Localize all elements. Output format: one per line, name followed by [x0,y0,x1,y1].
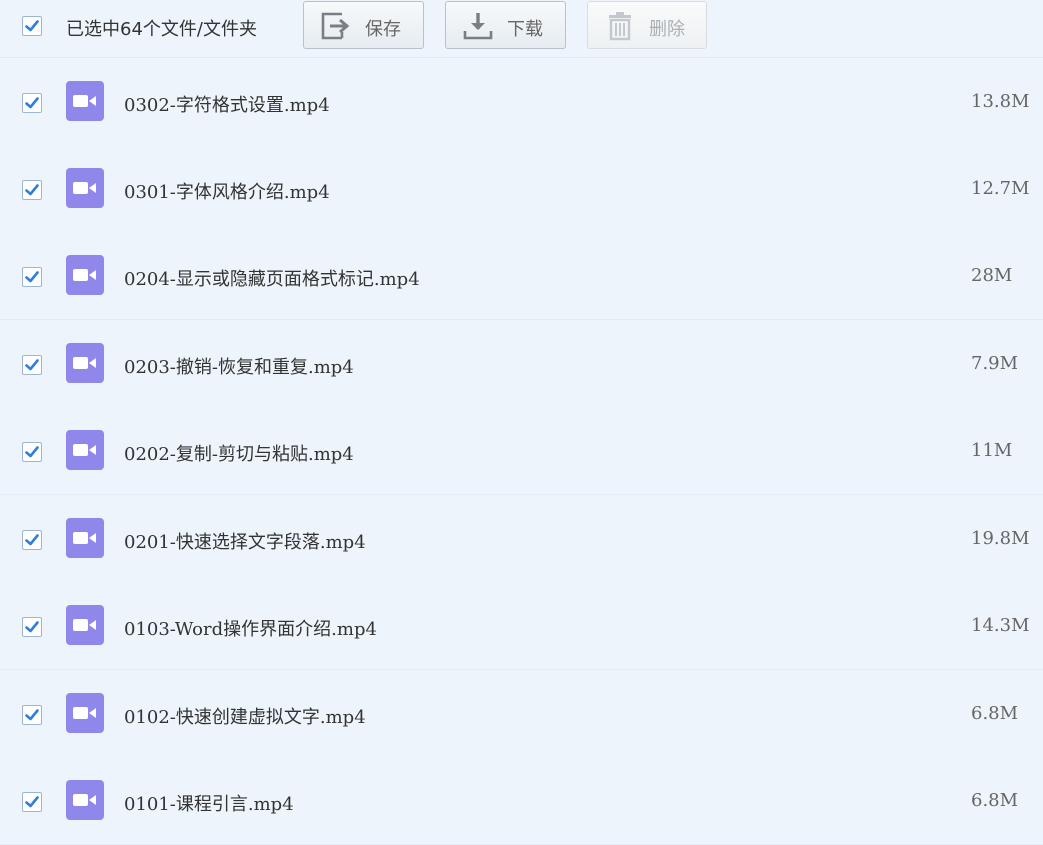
checkmark-icon [25,184,39,196]
file-checkbox[interactable] [22,792,42,812]
video-file-icon [66,780,104,820]
file-size: 11M [971,440,1013,461]
file-row[interactable]: 0204-显示或隐藏页面格式标记.mp4 28M [0,232,1043,320]
file-row[interactable]: 0203-撤销-恢复和重复.mp4 7.9M [0,320,1043,408]
download-icon [462,11,494,46]
file-name[interactable]: 0204-显示或隐藏页面格式标记.mp4 [124,265,420,291]
file-checkbox[interactable] [22,180,42,200]
download-button-label: 下载 [507,19,543,40]
video-file-icon [66,168,104,208]
file-checkbox[interactable] [22,442,42,462]
file-name[interactable]: 0301-字体风格介绍.mp4 [124,178,330,204]
delete-button-label: 删除 [649,19,685,40]
checkmark-icon [25,359,39,371]
selection-toolbar: 已选中64个文件/文件夹 保存 下载 删除 [0,0,1043,58]
delete-button[interactable]: 删除 [587,1,707,49]
file-checkbox[interactable] [22,267,42,287]
save-to-icon [320,11,352,46]
checkmark-icon [25,796,39,808]
file-size: 19.8M [971,528,1030,549]
select-all-checkbox[interactable] [22,16,42,36]
file-row[interactable]: 0103-Word操作界面介绍.mp4 14.3M [0,582,1043,670]
file-size: 6.8M [971,790,1019,811]
video-file-icon [66,343,104,383]
file-row[interactable]: 0301-字体风格介绍.mp4 12.7M [0,145,1043,233]
file-name[interactable]: 0102-快速创建虚拟文字.mp4 [124,703,366,729]
file-checkbox[interactable] [22,355,42,375]
file-name[interactable]: 0203-撤销-恢复和重复.mp4 [124,353,354,379]
video-file-icon [66,693,104,733]
checkmark-icon [25,534,39,546]
trash-icon [604,11,636,46]
file-checkbox[interactable] [22,530,42,550]
file-name[interactable]: 0201-快速选择文字段落.mp4 [124,528,366,554]
file-checkbox[interactable] [22,93,42,113]
file-size: 13.8M [971,91,1030,112]
video-file-icon [66,255,104,295]
file-row[interactable]: 0101-课程引言.mp4 6.8M [0,757,1043,845]
file-checkbox[interactable] [22,705,42,725]
checkmark-icon [25,621,39,633]
video-file-icon [66,81,104,121]
file-name[interactable]: 0202-复制-剪切与粘贴.mp4 [124,440,354,466]
file-row[interactable]: 0201-快速选择文字段落.mp4 19.8M [0,495,1043,583]
video-file-icon [66,605,104,645]
save-button-label: 保存 [365,19,401,40]
file-size: 6.8M [971,703,1019,724]
checkmark-icon [25,446,39,458]
file-name[interactable]: 0302-字符格式设置.mp4 [124,91,330,117]
file-size: 28M [971,265,1013,286]
checkmark-icon [25,20,39,32]
checkmark-icon [25,271,39,283]
video-file-icon [66,430,104,470]
selection-count-text: 已选中64个文件/文件夹 [66,19,257,40]
file-checkbox[interactable] [22,617,42,637]
checkmark-icon [25,709,39,721]
checkmark-icon [25,97,39,109]
file-size: 12.7M [971,178,1030,199]
file-size: 7.9M [971,353,1019,374]
file-name[interactable]: 0101-课程引言.mp4 [124,790,294,816]
file-size: 14.3M [971,615,1030,636]
save-button[interactable]: 保存 [303,1,424,49]
file-name[interactable]: 0103-Word操作界面介绍.mp4 [124,615,377,641]
video-file-icon [66,518,104,558]
file-row[interactable]: 0202-复制-剪切与粘贴.mp4 11M [0,407,1043,495]
download-button[interactable]: 下载 [445,1,566,49]
file-row[interactable]: 0102-快速创建虚拟文字.mp4 6.8M [0,670,1043,758]
file-row[interactable]: 0302-字符格式设置.mp4 13.8M [0,58,1043,146]
